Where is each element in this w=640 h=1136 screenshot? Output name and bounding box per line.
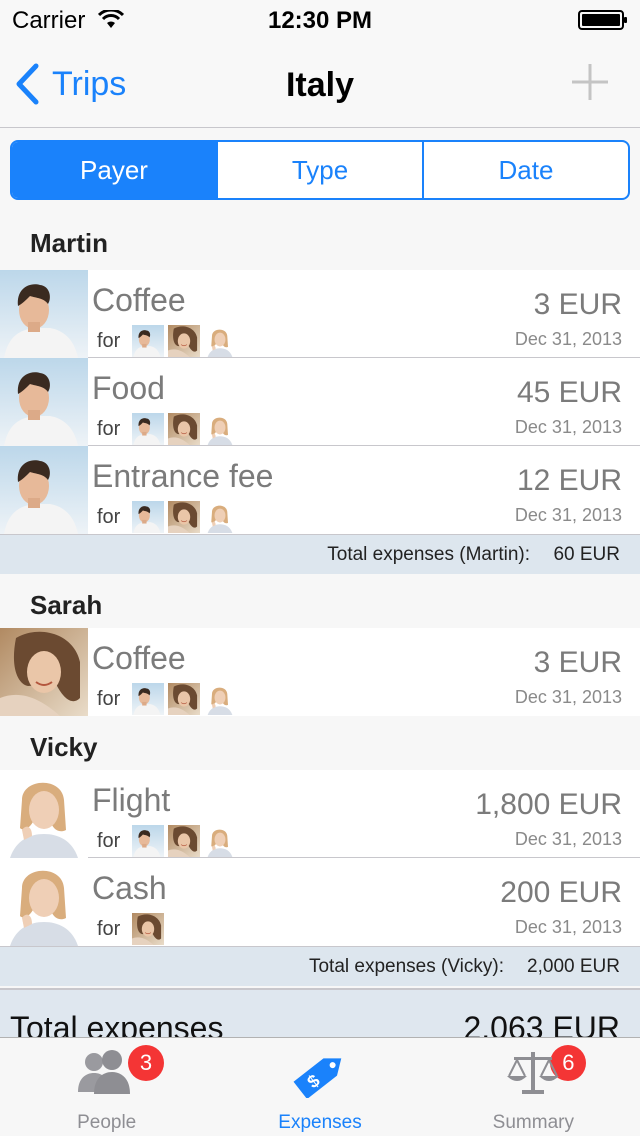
for-label: for: [97, 830, 121, 852]
tab-label: Expenses: [278, 1112, 362, 1133]
section-header-martin: Martin: [0, 212, 640, 270]
participant-avatar: [204, 501, 236, 533]
expense-amount: 1,800 EUR: [475, 788, 622, 821]
section-total-vicky: Total expenses (Vicky): 2,000 EUR: [0, 946, 640, 986]
participant-avatar: [204, 325, 236, 357]
participant-avatar: [132, 325, 164, 357]
grand-total-label: Total expenses: [10, 1010, 224, 1040]
expense-amount: 200 EUR: [500, 876, 622, 909]
expense-amount: 3 EUR: [533, 646, 622, 679]
participants: [132, 825, 240, 857]
expense-amount: 3 EUR: [533, 288, 622, 321]
expense-date: Dec 31, 2013: [514, 417, 622, 437]
status-bar: Carrier 12:30 PM: [0, 0, 640, 40]
expense-row[interactable]: Coffee for 3 EUR Dec 31, 2013: [0, 628, 640, 716]
participant-avatar: [204, 825, 236, 857]
tab-expenses[interactable]: $ 6 Expenses: [213, 1038, 587, 1136]
section-total-value: 2,000 EUR: [527, 956, 620, 977]
payer-avatar: [0, 446, 88, 534]
add-icon[interactable]: [570, 62, 610, 102]
tab-summary[interactable]: Summary: [427, 1038, 640, 1136]
expense-title: Coffee: [92, 640, 186, 676]
participant-avatar: [204, 413, 236, 445]
section-total-martin: Total expenses (Martin): 60 EUR: [0, 534, 640, 574]
expense-title: Cash: [92, 870, 167, 906]
participants: [132, 501, 240, 533]
payer-avatar: [0, 628, 88, 716]
payer-avatar: [0, 270, 88, 358]
segment-date[interactable]: Date: [422, 142, 628, 198]
for-label: for: [97, 418, 121, 440]
segment-type[interactable]: Type: [216, 142, 422, 198]
expense-row[interactable]: Food for 45 EUR Dec 31, 2013: [0, 358, 640, 446]
clock: 12:30 PM: [267, 7, 373, 34]
expense-row[interactable]: Flight for 1,800 EUR Dec 31, 2013: [0, 770, 640, 858]
payer-avatar: [0, 770, 88, 858]
for-label: for: [97, 506, 121, 528]
for-label: for: [97, 688, 121, 710]
grand-total-bar: Total expenses 2,063 EUR: [0, 988, 640, 1040]
section-total-label: Total expenses (Vicky):: [308, 956, 504, 977]
tab-label: Summary: [492, 1112, 574, 1133]
participant-avatar: [132, 501, 164, 533]
participant-avatar: [168, 683, 200, 715]
payer-avatar: [0, 858, 88, 946]
section-total-value: 60 EUR: [553, 544, 620, 565]
expense-title: Entrance fee: [92, 458, 274, 494]
people-badge: 3: [128, 1045, 164, 1081]
tab-label: People: [77, 1112, 137, 1133]
tab-bar: 3 People $ 6 Expenses Summary: [0, 1037, 640, 1136]
participants: [132, 913, 168, 945]
participant-avatar: [132, 913, 164, 945]
expense-amount: 12 EUR: [516, 464, 622, 497]
for-label: for: [97, 918, 121, 940]
expense-date: Dec 31, 2013: [514, 687, 622, 707]
participant-avatar: [168, 501, 200, 533]
section-total-label: Total expenses (Martin):: [327, 544, 530, 565]
section-title: Martin: [30, 228, 108, 258]
expense-date: Dec 31, 2013: [514, 829, 622, 849]
participant-avatar: [168, 413, 200, 445]
section-title: Vicky: [30, 732, 98, 762]
participant-avatar: [168, 325, 200, 357]
segment-container: Payer Type Date: [0, 129, 640, 210]
page-title: Italy: [285, 66, 355, 104]
participants: [132, 413, 240, 445]
section-header-sarah: Sarah: [0, 574, 640, 632]
participant-avatar: [204, 683, 236, 715]
participant-avatar: [132, 683, 164, 715]
segment-payer[interactable]: Payer: [12, 142, 216, 198]
payer-avatar: [0, 358, 88, 446]
expense-row[interactable]: Entrance fee for 12 EUR Dec 31, 2013: [0, 446, 640, 534]
tab-people[interactable]: 3 People: [0, 1038, 213, 1136]
participant-avatar: [168, 825, 200, 857]
participant-avatar: [132, 825, 164, 857]
participants: [132, 325, 240, 357]
expense-title: Coffee: [92, 282, 186, 318]
expense-title: Food: [92, 370, 165, 406]
expense-amount: 45 EUR: [516, 376, 622, 409]
section-header-vicky: Vicky: [0, 716, 640, 774]
sort-segmented-control: Payer Type Date: [10, 140, 630, 200]
expense-row[interactable]: Cash for 200 EUR Dec 31, 2013: [0, 858, 640, 946]
expense-date: Dec 31, 2013: [514, 329, 622, 349]
expense-date: Dec 31, 2013: [514, 505, 622, 525]
for-label: for: [97, 330, 121, 352]
expense-title: Flight: [92, 782, 171, 818]
navigation-bar: Trips Italy: [0, 40, 640, 128]
grand-total-value: 2,063 EUR: [463, 1010, 620, 1040]
battery-icon: [578, 10, 627, 30]
scales-icon: [507, 1052, 560, 1094]
price-tag-icon: $: [293, 1058, 342, 1098]
participant-avatar: [132, 413, 164, 445]
section-title: Sarah: [30, 590, 103, 620]
expense-date: Dec 31, 2013: [514, 917, 622, 937]
participants: [132, 683, 240, 715]
expense-row[interactable]: Coffee for 3 EUR Dec 31, 2013: [0, 270, 640, 358]
